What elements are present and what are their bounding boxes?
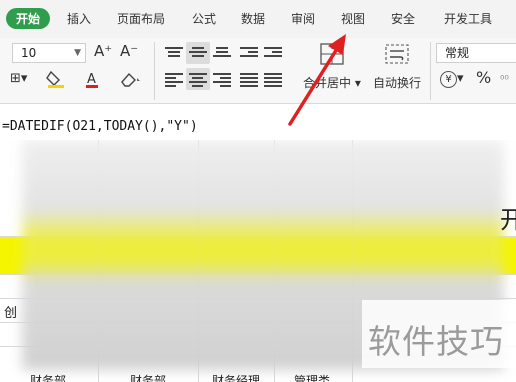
annotation-arrow-icon (288, 34, 346, 126)
